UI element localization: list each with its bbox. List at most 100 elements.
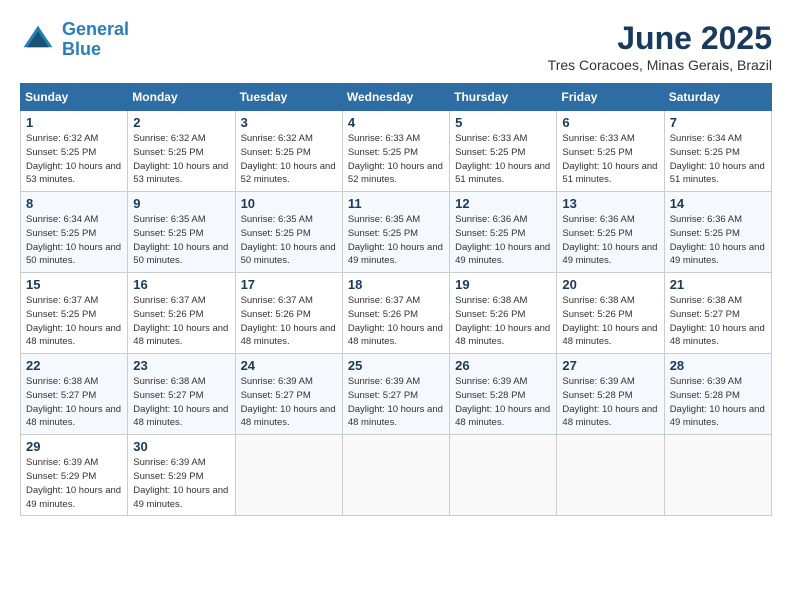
day-number: 26	[455, 358, 551, 373]
calendar-cell: 25 Sunrise: 6:39 AMSunset: 5:27 PMDayligh…	[342, 354, 449, 435]
calendar-cell: 27 Sunrise: 6:39 AMSunset: 5:28 PMDayligh…	[557, 354, 664, 435]
calendar-cell: 26 Sunrise: 6:39 AMSunset: 5:28 PMDayligh…	[450, 354, 557, 435]
day-info: Sunrise: 6:39 AMSunset: 5:27 PMDaylight:…	[241, 375, 337, 430]
day-info: Sunrise: 6:39 AMSunset: 5:27 PMDaylight:…	[348, 375, 444, 430]
day-number: 29	[26, 439, 122, 454]
calendar-week-4: 22Sunrise: 6:38 AMSunset: 5:27 PMDayligh…	[21, 354, 772, 435]
day-number: 1	[26, 115, 122, 130]
day-info: Sunrise: 6:33 AMSunset: 5:25 PMDaylight:…	[455, 132, 551, 187]
day-number: 7	[670, 115, 766, 130]
calendar-week-3: 15 Sunrise: 6:37 AMSunset: 5:25 PMDayligh…	[21, 273, 772, 354]
day-info: Sunrise: 6:34 AMSunset: 5:25 PMDaylight:…	[26, 213, 122, 268]
calendar-cell	[664, 435, 771, 516]
calendar-cell: 29 Sunrise: 6:39 AMSunset: 5:29 PMDayligh…	[21, 435, 128, 516]
day-info: Sunrise: 6:36 AMSunset: 5:25 PMDaylight:…	[562, 213, 658, 268]
day-number: 6	[562, 115, 658, 130]
day-info: Sunrise: 6:38 AMSunset: 5:27 PMDaylight:…	[26, 375, 122, 430]
calendar-cell	[450, 435, 557, 516]
day-info: Sunrise: 6:33 AMSunset: 5:25 PMDaylight:…	[348, 132, 444, 187]
day-info: Sunrise: 6:32 AMSunset: 5:25 PMDaylight:…	[241, 132, 337, 187]
calendar-cell: 22Sunrise: 6:38 AMSunset: 5:27 PMDayligh…	[21, 354, 128, 435]
day-info: Sunrise: 6:39 AMSunset: 5:28 PMDaylight:…	[670, 375, 766, 430]
weekday-header-monday: Monday	[128, 84, 235, 111]
calendar-cell: 23 Sunrise: 6:38 AMSunset: 5:27 PMDayligh…	[128, 354, 235, 435]
day-number: 2	[133, 115, 229, 130]
calendar-week-5: 29 Sunrise: 6:39 AMSunset: 5:29 PMDayligh…	[21, 435, 772, 516]
day-info: Sunrise: 6:39 AMSunset: 5:29 PMDaylight:…	[133, 456, 229, 511]
page-header: General Blue June 2025 Tres Coracoes, Mi…	[20, 20, 772, 73]
calendar-cell: 28 Sunrise: 6:39 AMSunset: 5:28 PMDayligh…	[664, 354, 771, 435]
day-info: Sunrise: 6:32 AMSunset: 5:25 PMDaylight:…	[26, 132, 122, 187]
day-number: 17	[241, 277, 337, 292]
calendar-cell: 8Sunrise: 6:34 AMSunset: 5:25 PMDaylight…	[21, 192, 128, 273]
calendar-cell: 9 Sunrise: 6:35 AMSunset: 5:25 PMDaylight…	[128, 192, 235, 273]
calendar-cell: 30 Sunrise: 6:39 AMSunset: 5:29 PMDayligh…	[128, 435, 235, 516]
weekday-header-tuesday: Tuesday	[235, 84, 342, 111]
calendar-cell	[235, 435, 342, 516]
day-info: Sunrise: 6:37 AMSunset: 5:26 PMDaylight:…	[133, 294, 229, 349]
weekday-header-wednesday: Wednesday	[342, 84, 449, 111]
calendar-cell: 12 Sunrise: 6:36 AMSunset: 5:25 PMDayligh…	[450, 192, 557, 273]
calendar-cell: 2Sunrise: 6:32 AMSunset: 5:25 PMDaylight…	[128, 111, 235, 192]
day-number: 19	[455, 277, 551, 292]
calendar-cell: 24 Sunrise: 6:39 AMSunset: 5:27 PMDayligh…	[235, 354, 342, 435]
calendar-cell: 20 Sunrise: 6:38 AMSunset: 5:26 PMDayligh…	[557, 273, 664, 354]
day-number: 16	[133, 277, 229, 292]
calendar-cell: 11 Sunrise: 6:35 AMSunset: 5:25 PMDayligh…	[342, 192, 449, 273]
day-info: Sunrise: 6:36 AMSunset: 5:25 PMDaylight:…	[455, 213, 551, 268]
calendar-cell: 10Sunrise: 6:35 AMSunset: 5:25 PMDayligh…	[235, 192, 342, 273]
day-number: 21	[670, 277, 766, 292]
calendar-cell: 5Sunrise: 6:33 AMSunset: 5:25 PMDaylight…	[450, 111, 557, 192]
day-info: Sunrise: 6:33 AMSunset: 5:25 PMDaylight:…	[562, 132, 658, 187]
day-number: 23	[133, 358, 229, 373]
calendar-cell: 14Sunrise: 6:36 AMSunset: 5:25 PMDayligh…	[664, 192, 771, 273]
day-info: Sunrise: 6:39 AMSunset: 5:28 PMDaylight:…	[455, 375, 551, 430]
calendar-cell: 18 Sunrise: 6:37 AMSunset: 5:26 PMDayligh…	[342, 273, 449, 354]
day-info: Sunrise: 6:35 AMSunset: 5:25 PMDaylight:…	[133, 213, 229, 268]
logo-blue: Blue	[62, 39, 101, 59]
day-number: 12	[455, 196, 551, 211]
calendar-cell: 15 Sunrise: 6:37 AMSunset: 5:25 PMDayligh…	[21, 273, 128, 354]
weekday-header-saturday: Saturday	[664, 84, 771, 111]
day-number: 4	[348, 115, 444, 130]
calendar-cell: 1 Sunrise: 6:32 AMSunset: 5:25 PMDaylight…	[21, 111, 128, 192]
day-number: 28	[670, 358, 766, 373]
logo-icon	[20, 22, 56, 58]
calendar-cell: 21Sunrise: 6:38 AMSunset: 5:27 PMDayligh…	[664, 273, 771, 354]
logo-text: General Blue	[62, 20, 129, 60]
day-number: 20	[562, 277, 658, 292]
day-info: Sunrise: 6:37 AMSunset: 5:25 PMDaylight:…	[26, 294, 122, 349]
day-number: 24	[241, 358, 337, 373]
calendar-cell: 19 Sunrise: 6:38 AMSunset: 5:26 PMDayligh…	[450, 273, 557, 354]
weekday-header-friday: Friday	[557, 84, 664, 111]
day-number: 9	[133, 196, 229, 211]
day-number: 25	[348, 358, 444, 373]
day-info: Sunrise: 6:39 AMSunset: 5:28 PMDaylight:…	[562, 375, 658, 430]
day-number: 15	[26, 277, 122, 292]
day-number: 30	[133, 439, 229, 454]
calendar-cell: 13Sunrise: 6:36 AMSunset: 5:25 PMDayligh…	[557, 192, 664, 273]
calendar-table: SundayMondayTuesdayWednesdayThursdayFrid…	[20, 83, 772, 516]
day-info: Sunrise: 6:38 AMSunset: 5:26 PMDaylight:…	[455, 294, 551, 349]
day-info: Sunrise: 6:39 AMSunset: 5:29 PMDaylight:…	[26, 456, 122, 511]
day-number: 3	[241, 115, 337, 130]
day-number: 11	[348, 196, 444, 211]
day-number: 27	[562, 358, 658, 373]
day-info: Sunrise: 6:37 AMSunset: 5:26 PMDaylight:…	[348, 294, 444, 349]
day-info: Sunrise: 6:38 AMSunset: 5:27 PMDaylight:…	[133, 375, 229, 430]
day-info: Sunrise: 6:35 AMSunset: 5:25 PMDaylight:…	[348, 213, 444, 268]
calendar-cell: 6 Sunrise: 6:33 AMSunset: 5:25 PMDaylight…	[557, 111, 664, 192]
weekday-header-row: SundayMondayTuesdayWednesdayThursdayFrid…	[21, 84, 772, 111]
calendar-cell: 16 Sunrise: 6:37 AMSunset: 5:26 PMDayligh…	[128, 273, 235, 354]
day-info: Sunrise: 6:34 AMSunset: 5:25 PMDaylight:…	[670, 132, 766, 187]
day-number: 14	[670, 196, 766, 211]
title-area: June 2025 Tres Coracoes, Minas Gerais, B…	[548, 20, 772, 73]
weekday-header-sunday: Sunday	[21, 84, 128, 111]
calendar-cell: 3 Sunrise: 6:32 AMSunset: 5:25 PMDaylight…	[235, 111, 342, 192]
day-number: 18	[348, 277, 444, 292]
calendar-cell: 7 Sunrise: 6:34 AMSunset: 5:25 PMDaylight…	[664, 111, 771, 192]
calendar-week-1: 1 Sunrise: 6:32 AMSunset: 5:25 PMDaylight…	[21, 111, 772, 192]
calendar-cell	[342, 435, 449, 516]
day-info: Sunrise: 6:38 AMSunset: 5:26 PMDaylight:…	[562, 294, 658, 349]
calendar-cell: 17Sunrise: 6:37 AMSunset: 5:26 PMDayligh…	[235, 273, 342, 354]
